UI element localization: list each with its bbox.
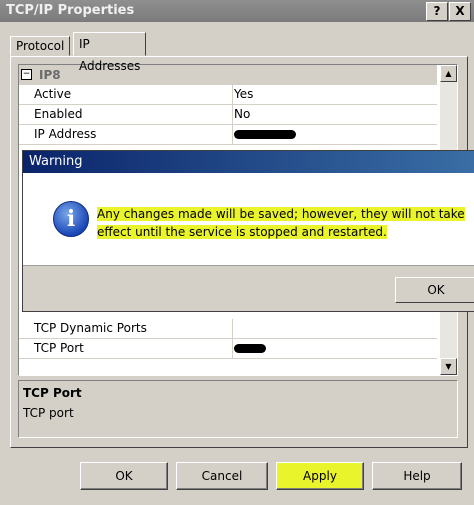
warning-titlebar: Warning xyxy=(23,151,474,173)
property-name: TCP Dynamic Ports xyxy=(34,321,147,335)
table-row[interactable]: Active Yes xyxy=(19,85,437,105)
apply-button[interactable]: Apply xyxy=(276,462,364,490)
tab-ip-addresses[interactable]: IP Addresses xyxy=(73,32,147,73)
table-row[interactable]: Enabled No xyxy=(19,105,437,125)
description-text: TCP port xyxy=(23,406,74,420)
property-name: TCP Port xyxy=(34,341,84,355)
help-button[interactable]: Help xyxy=(372,462,462,490)
warning-title: Warning xyxy=(29,154,83,169)
warning-message-area: i Any changes made will be saved; howeve… xyxy=(23,173,474,266)
collapse-icon[interactable]: − xyxy=(21,69,32,80)
ok-button[interactable]: OK xyxy=(80,462,168,490)
warning-dialog: Warning i Any changes made will be saved… xyxy=(22,150,474,312)
info-icon: i xyxy=(53,201,89,237)
table-row[interactable]: TCP Dynamic Ports xyxy=(19,319,437,339)
scroll-down-icon[interactable]: ▼ xyxy=(440,358,457,375)
table-row[interactable]: TCP Port xyxy=(19,339,437,359)
scroll-up-icon[interactable]: ▲ xyxy=(440,65,457,82)
description-panel: TCP Port TCP port xyxy=(18,380,458,438)
window-title: TCP/IP Properties xyxy=(6,3,135,18)
warning-message: Any changes made will be saved; however,… xyxy=(97,207,465,239)
property-name: IP Address xyxy=(34,127,97,141)
property-value[interactable]: Yes xyxy=(234,87,253,101)
table-row[interactable]: IP Address xyxy=(19,125,437,145)
property-name: Enabled xyxy=(34,107,83,121)
help-icon[interactable]: ? xyxy=(426,2,448,21)
warning-ok-button[interactable]: OK xyxy=(395,277,474,303)
property-value-redacted[interactable] xyxy=(234,341,266,355)
tab-protocol[interactable]: Protocol xyxy=(10,36,71,56)
cancel-button[interactable]: Cancel xyxy=(176,462,268,490)
window-titlebar: TCP/IP Properties ? X xyxy=(0,0,474,22)
description-title: TCP Port xyxy=(23,386,82,400)
close-icon[interactable]: X xyxy=(449,2,471,21)
group-label: IP8 xyxy=(39,68,61,82)
property-name: Active xyxy=(34,87,72,101)
property-value[interactable]: No xyxy=(234,107,250,121)
property-value-redacted[interactable] xyxy=(234,127,296,141)
